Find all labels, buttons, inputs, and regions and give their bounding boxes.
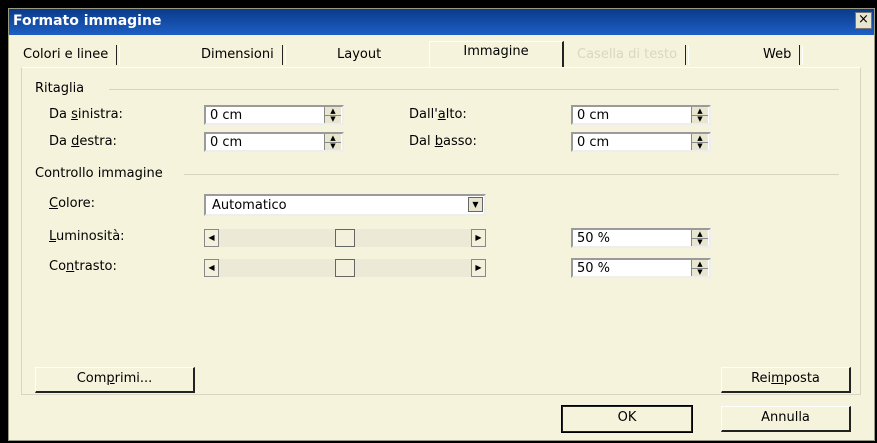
tab-label: Web bbox=[763, 47, 792, 62]
spin-down-icon[interactable]: ▼ bbox=[692, 268, 708, 276]
spin-down-icon[interactable]: ▼ bbox=[325, 115, 341, 123]
slider-left-arrow-icon[interactable]: ◀ bbox=[204, 229, 219, 247]
contrast-slider[interactable]: ◀ ▶ bbox=[204, 259, 486, 277]
crop-bottom-value: 0 cm bbox=[577, 135, 610, 150]
tab-colors-lines[interactable]: Colori e linee bbox=[21, 45, 121, 65]
contrast-label: Contrasto: bbox=[49, 259, 117, 274]
spin-down-icon[interactable]: ▼ bbox=[692, 238, 708, 246]
brightness-slider-thumb[interactable] bbox=[335, 229, 355, 247]
crop-left-label: Da sinistra: bbox=[49, 107, 123, 122]
slider-right-arrow-icon[interactable]: ▶ bbox=[471, 259, 486, 277]
crop-bottom-spinner[interactable]: 0 cm ▲ ▼ bbox=[571, 132, 711, 152]
image-control-group-title: Controllo immagine bbox=[35, 166, 167, 181]
tab-label: Layout bbox=[337, 47, 382, 62]
color-label: Colore: bbox=[49, 196, 96, 211]
color-dropdown[interactable]: Automatico ▼ bbox=[204, 194, 486, 216]
tab-layout[interactable]: Layout bbox=[335, 45, 383, 65]
crop-top-spinner[interactable]: 0 cm ▲ ▼ bbox=[571, 105, 711, 125]
crop-right-value: 0 cm bbox=[210, 135, 243, 150]
ok-button[interactable]: OK bbox=[561, 405, 693, 433]
tab-strip: Colori e linee Dimensioni Layout Immagin… bbox=[9, 35, 874, 68]
cancel-button[interactable]: Annulla bbox=[721, 406, 851, 432]
tab-size[interactable]: Dimensioni bbox=[199, 45, 286, 65]
reset-button[interactable]: Reimposta bbox=[721, 367, 851, 393]
crop-bottom-label: Dal basso: bbox=[409, 134, 477, 149]
close-icon[interactable]: × bbox=[855, 12, 872, 29]
compress-button[interactable]: Comprimi... bbox=[35, 367, 195, 393]
spin-down-icon[interactable]: ▼ bbox=[692, 115, 708, 123]
spin-down-icon[interactable]: ▼ bbox=[692, 142, 708, 150]
crop-right-spinner[interactable]: 0 cm ▲ ▼ bbox=[204, 132, 344, 152]
crop-right-label: Da destra: bbox=[49, 134, 117, 149]
crop-group-line bbox=[109, 89, 839, 90]
slider-right-arrow-icon[interactable]: ▶ bbox=[471, 229, 486, 247]
brightness-label: Luminosità: bbox=[49, 229, 125, 244]
contrast-slider-thumb[interactable] bbox=[335, 259, 355, 277]
slider-left-arrow-icon[interactable]: ◀ bbox=[204, 259, 219, 277]
brightness-spinner[interactable]: 50 % ▲ ▼ bbox=[571, 228, 711, 248]
tab-label: Casella di testo bbox=[577, 47, 678, 62]
crop-left-value: 0 cm bbox=[210, 108, 243, 123]
tab-label: Dimensioni bbox=[201, 47, 274, 62]
contrast-value: 50 % bbox=[577, 261, 611, 276]
tab-picture[interactable]: Immagine bbox=[429, 41, 564, 68]
title-bar[interactable]: Formato immagine × bbox=[9, 9, 874, 35]
format-picture-dialog: Formato immagine × Colori e linee Dimens… bbox=[8, 8, 875, 441]
spin-down-icon[interactable]: ▼ bbox=[325, 142, 341, 150]
tab-web[interactable]: Web bbox=[761, 45, 804, 65]
tab-label: Colori e linee bbox=[23, 47, 109, 62]
tab-label: Immagine bbox=[463, 44, 529, 59]
brightness-slider[interactable]: ◀ ▶ bbox=[204, 229, 486, 247]
tab-text-box: Casella di testo bbox=[575, 45, 690, 65]
crop-top-value: 0 cm bbox=[577, 108, 610, 123]
color-dropdown-value: Automatico bbox=[212, 198, 287, 213]
brightness-value: 50 % bbox=[577, 231, 611, 246]
dialog-title: Formato immagine bbox=[13, 13, 162, 29]
crop-left-spinner[interactable]: 0 cm ▲ ▼ bbox=[204, 105, 344, 125]
image-control-group-line bbox=[184, 174, 839, 175]
chevron-down-icon[interactable]: ▼ bbox=[468, 197, 483, 212]
crop-top-label: Dall'alto: bbox=[409, 107, 467, 122]
crop-group-title: Ritaglia bbox=[35, 81, 89, 96]
contrast-spinner[interactable]: 50 % ▲ ▼ bbox=[571, 258, 711, 278]
